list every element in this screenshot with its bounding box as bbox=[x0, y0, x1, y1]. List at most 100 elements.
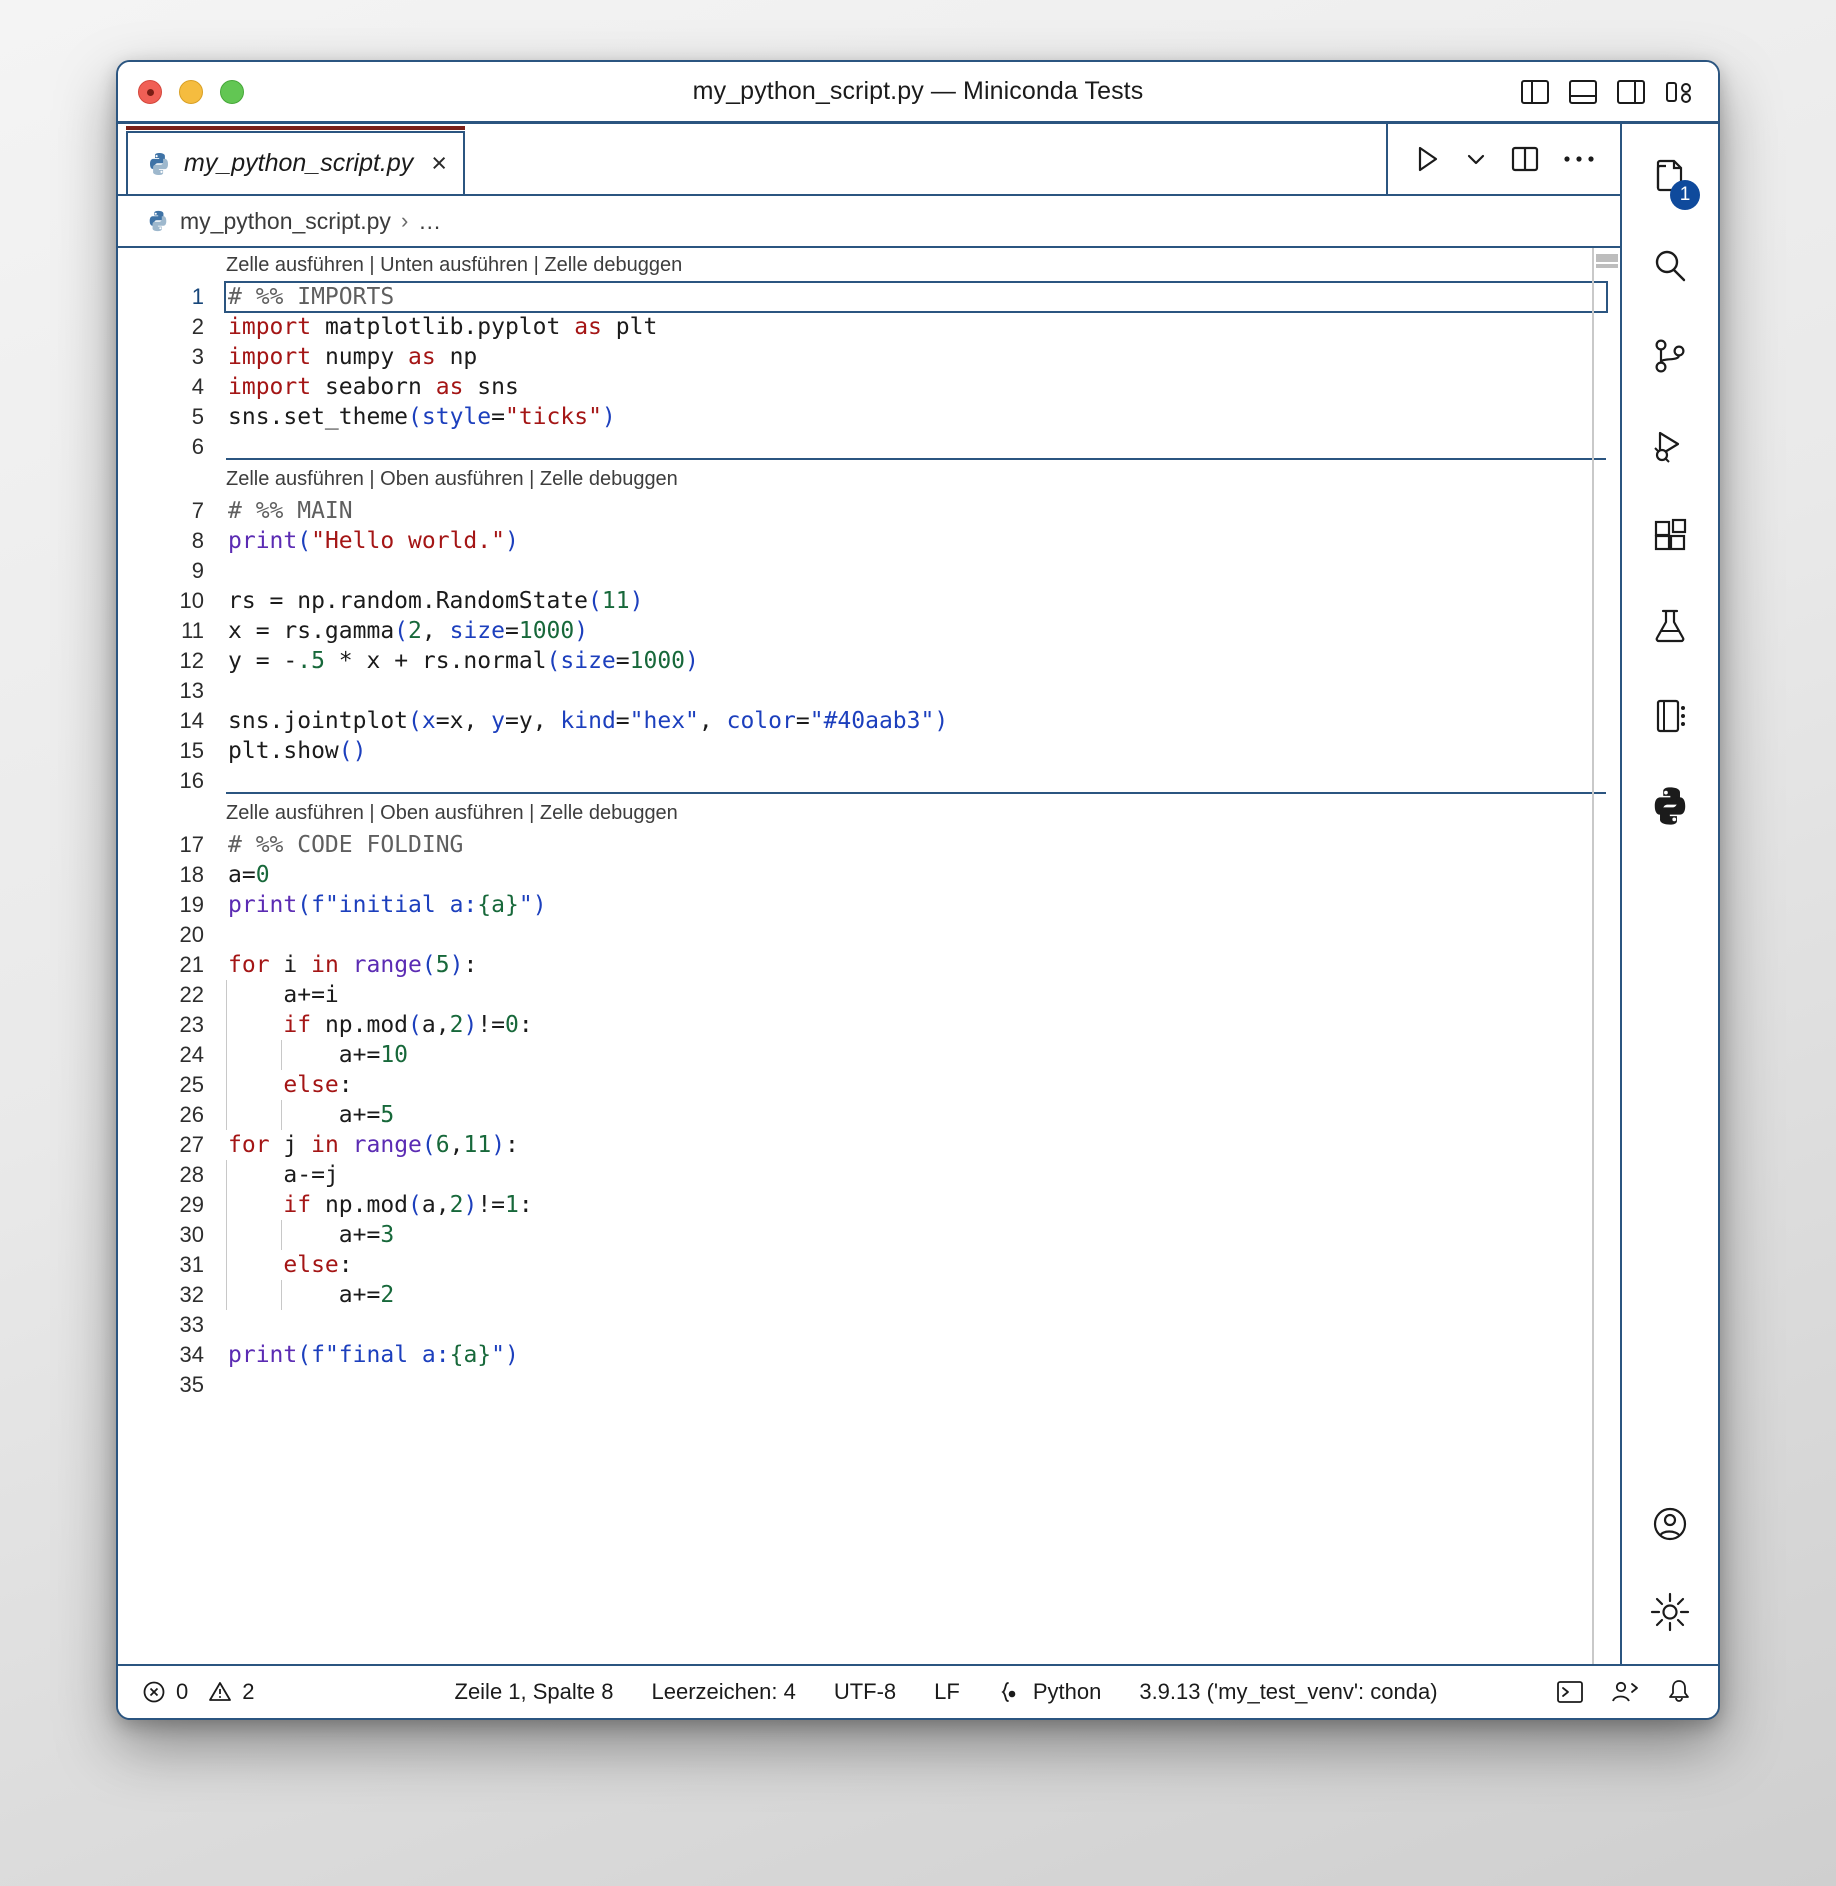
status-problems[interactable]: 0 2 bbox=[118, 1679, 255, 1705]
code-line[interactable]: 23 if np.mod(a,2)!=0: bbox=[118, 1010, 1620, 1040]
code-line[interactable]: 12 y = -.5 * x + rs.normal(size=1000) bbox=[118, 646, 1620, 676]
toggle-primary-sidebar-icon[interactable] bbox=[1518, 75, 1552, 109]
code-token: 1000 bbox=[518, 618, 575, 644]
code-line[interactable]: 31 else: bbox=[118, 1250, 1620, 1280]
line-number: 6 bbox=[191, 434, 204, 459]
minimize-window-button[interactable] bbox=[179, 79, 203, 104]
code-line[interactable]: 30 a+=3 bbox=[118, 1220, 1620, 1250]
code-token: != bbox=[477, 1012, 506, 1038]
tab-bar-empty-space bbox=[465, 124, 1386, 194]
code-token: print bbox=[228, 528, 298, 554]
code-line[interactable]: 34 print(f"final a:{a}") bbox=[118, 1340, 1620, 1370]
code-token: ) bbox=[463, 1192, 478, 1218]
vscode-window: my_python_script.py — Miniconda Tests my… bbox=[116, 60, 1720, 1720]
run-python-file-icon[interactable] bbox=[1412, 144, 1442, 174]
codelens-actions[interactable]: Zelle ausführen | Oben ausführen | Zelle… bbox=[226, 468, 678, 491]
chevron-down-icon[interactable] bbox=[1464, 147, 1488, 171]
sidebar-item-testing[interactable] bbox=[1640, 596, 1700, 656]
code-token: ( bbox=[408, 1012, 422, 1038]
code-line[interactable]: 35 bbox=[118, 1370, 1620, 1400]
close-icon[interactable]: × bbox=[431, 150, 447, 177]
code-token: # %% MAIN bbox=[228, 498, 353, 524]
breadcrumb-file[interactable]: my_python_script.py bbox=[180, 208, 391, 235]
code-text: print("Hello world.") bbox=[226, 526, 1620, 556]
code-line[interactable]: 22 a+=i bbox=[118, 980, 1620, 1010]
code-line[interactable]: 7 # %% MAIN bbox=[118, 496, 1620, 526]
code-line[interactable]: 19 print(f"initial a:{a}") bbox=[118, 890, 1620, 920]
code-text: for j in range(6,11): bbox=[226, 1130, 1620, 1160]
code-line[interactable]: 20 bbox=[118, 920, 1620, 950]
code-token: ( bbox=[297, 1342, 312, 1368]
code-token: : bbox=[518, 1012, 533, 1038]
status-language-mode[interactable]: Python bbox=[998, 1679, 1101, 1705]
sidebar-item-jupyter[interactable] bbox=[1640, 686, 1700, 746]
code-line[interactable]: 2 import matplotlib.pyplot as plt bbox=[118, 312, 1620, 342]
status-editor-info: Zeile 1, Spalte 8 Leerzeichen: 4 UTF-8 L… bbox=[455, 1679, 1438, 1705]
code-token: 2 bbox=[449, 1192, 464, 1218]
line-number: 4 bbox=[191, 374, 204, 399]
code-line[interactable]: 18 a=0 bbox=[118, 860, 1620, 890]
code-line[interactable]: 28 a-=j bbox=[118, 1160, 1620, 1190]
code-token: f"final a: bbox=[311, 1342, 450, 1368]
code-line[interactable]: 21 for i in range(5): bbox=[118, 950, 1620, 980]
codelens-actions[interactable]: Zelle ausführen | Unten ausführen | Zell… bbox=[226, 254, 682, 277]
code-line[interactable]: 26 a+=5 bbox=[118, 1100, 1620, 1130]
sidebar-item-search[interactable] bbox=[1640, 236, 1700, 296]
code-line[interactable]: 24 a+=10 bbox=[118, 1040, 1620, 1070]
status-indentation[interactable]: Leerzeichen: 4 bbox=[651, 1679, 795, 1705]
code-line[interactable]: 27 for j in range(6,11): bbox=[118, 1130, 1620, 1160]
code-line[interactable]: 5 sns.set_theme(style="ticks") bbox=[118, 402, 1620, 432]
code-editor[interactable]: Zelle ausführen | Unten ausführen | Zell… bbox=[118, 248, 1620, 1664]
code-text: else: bbox=[226, 1070, 1620, 1100]
code-line[interactable]: 13 bbox=[118, 676, 1620, 706]
codelens-actions[interactable]: Zelle ausführen | Oben ausführen | Zelle… bbox=[226, 802, 678, 825]
code-line[interactable]: 25 else: bbox=[118, 1070, 1620, 1100]
code-token: print bbox=[228, 892, 298, 918]
traffic-lights bbox=[138, 79, 244, 104]
customize-layout-icon[interactable] bbox=[1662, 75, 1696, 109]
editor-content: Zelle ausführen | Unten ausführen | Zell… bbox=[118, 248, 1620, 1400]
code-line[interactable]: 3 import numpy as np bbox=[118, 342, 1620, 372]
accounts-person-icon[interactable] bbox=[1640, 1494, 1700, 1554]
code-line[interactable]: 8 print("Hello world.") bbox=[118, 526, 1620, 556]
status-eol[interactable]: LF bbox=[934, 1679, 960, 1705]
sidebar-item-source-control[interactable] bbox=[1640, 326, 1700, 386]
sidebar-item-python[interactable] bbox=[1640, 776, 1700, 836]
breadcrumb-symbol[interactable]: … bbox=[418, 208, 441, 235]
code-line[interactable]: 14 sns.jointplot(x=x, y=y, kind="hex", co… bbox=[118, 706, 1620, 736]
code-line[interactable]: 15 plt.show() bbox=[118, 736, 1620, 766]
status-encoding[interactable]: UTF-8 bbox=[834, 1679, 896, 1705]
sidebar-item-explorer[interactable]: 1 bbox=[1640, 146, 1700, 210]
code-token: "hex" bbox=[629, 708, 699, 734]
toggle-secondary-sidebar-icon[interactable] bbox=[1614, 75, 1648, 109]
breadcrumb[interactable]: my_python_script.py › … bbox=[118, 196, 1620, 248]
settings-gear-icon[interactable] bbox=[1640, 1582, 1700, 1642]
close-window-button[interactable] bbox=[138, 79, 162, 104]
vertical-scrollbar[interactable] bbox=[1596, 254, 1618, 262]
code-line[interactable]: 10 rs = np.random.RandomState(11) bbox=[118, 586, 1620, 616]
status-cursor-position[interactable]: Zeile 1, Spalte 8 bbox=[455, 1679, 614, 1705]
code-line[interactable]: 1 # %% IMPORTS bbox=[118, 281, 1620, 313]
open-terminal-icon[interactable] bbox=[1556, 1679, 1584, 1705]
status-python-interpreter[interactable]: 3.9.13 ('my_test_venv': conda) bbox=[1139, 1679, 1437, 1705]
code-line[interactable]: 4 import seaborn as sns bbox=[118, 372, 1620, 402]
tab-my-python-script[interactable]: my_python_script.py × bbox=[125, 126, 466, 194]
sidebar-item-extensions[interactable] bbox=[1640, 506, 1700, 566]
toggle-panel-icon[interactable] bbox=[1566, 75, 1600, 109]
code-line[interactable]: 11 x = rs.gamma(2, size=1000) bbox=[118, 616, 1620, 646]
code-line[interactable]: 9 bbox=[118, 556, 1620, 586]
code-line[interactable]: 17 # %% CODE FOLDING bbox=[118, 830, 1620, 860]
code-line[interactable]: 29 if np.mod(a,2)!=1: bbox=[118, 1190, 1620, 1220]
more-actions-icon[interactable] bbox=[1562, 153, 1596, 165]
line-number: 17 bbox=[179, 832, 204, 857]
sidebar-item-run-and-debug[interactable] bbox=[1640, 416, 1700, 476]
live-share-icon[interactable] bbox=[1610, 1679, 1640, 1705]
split-editor-right-icon[interactable] bbox=[1510, 145, 1540, 173]
notifications-bell-icon[interactable] bbox=[1666, 1678, 1692, 1706]
title-bar: my_python_script.py — Miniconda Tests bbox=[118, 62, 1718, 124]
maximize-window-button[interactable] bbox=[220, 79, 244, 104]
code-line[interactable]: 33 bbox=[118, 1310, 1620, 1340]
code-line[interactable]: 32 a+=2 bbox=[118, 1280, 1620, 1310]
code-token: f"initial a: bbox=[311, 892, 478, 918]
editor-actions bbox=[1386, 124, 1620, 194]
